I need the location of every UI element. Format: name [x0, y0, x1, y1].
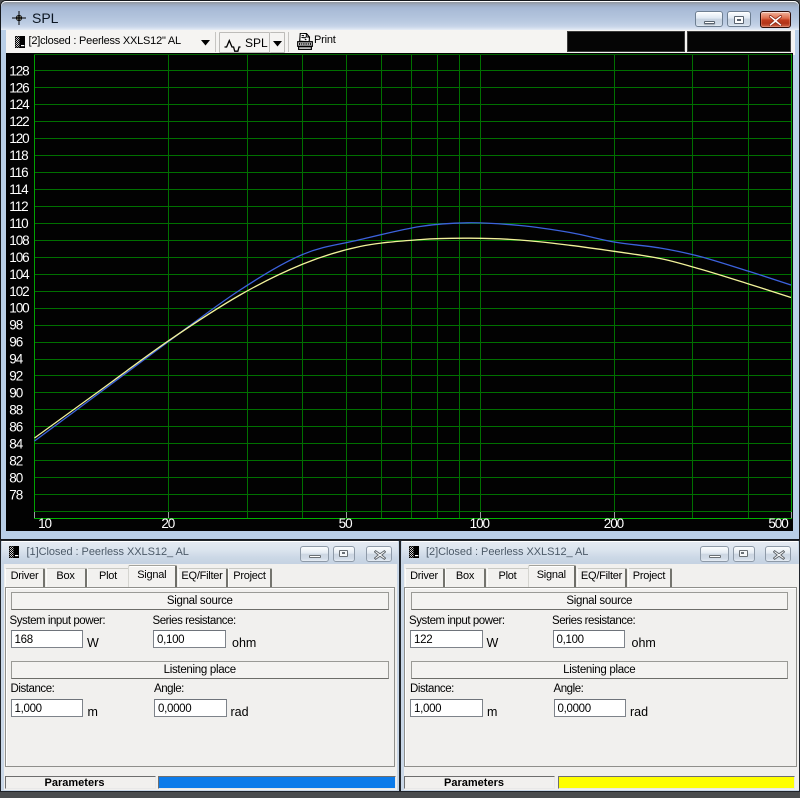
svg-text:102: 102: [9, 284, 29, 299]
svg-text:124: 124: [9, 97, 30, 112]
svg-text:84: 84: [9, 436, 23, 451]
svg-text:50: 50: [339, 516, 352, 531]
svg-text:90: 90: [9, 386, 22, 401]
svg-text:100: 100: [470, 516, 490, 531]
svg-text:500: 500: [768, 516, 788, 531]
svg-text:122: 122: [9, 114, 29, 129]
svg-text:82: 82: [9, 453, 22, 468]
svg-text:20: 20: [161, 516, 174, 531]
svg-text:94: 94: [9, 352, 23, 367]
svg-text:98: 98: [9, 318, 22, 333]
svg-text:200: 200: [604, 516, 624, 531]
svg-text:10: 10: [38, 516, 51, 531]
svg-text:116: 116: [9, 165, 28, 180]
svg-text:112: 112: [9, 199, 28, 214]
svg-text:126: 126: [9, 80, 29, 95]
svg-text:78: 78: [9, 487, 22, 502]
svg-text:106: 106: [9, 250, 29, 265]
svg-text:120: 120: [9, 131, 29, 146]
svg-text:114: 114: [9, 182, 29, 197]
svg-text:128: 128: [9, 63, 29, 78]
svg-text:118: 118: [9, 148, 28, 163]
svg-text:110: 110: [9, 216, 28, 231]
svg-text:104: 104: [9, 267, 30, 282]
svg-text:96: 96: [9, 335, 22, 350]
svg-text:80: 80: [9, 470, 22, 485]
svg-text:100: 100: [9, 301, 29, 316]
svg-text:92: 92: [9, 369, 22, 384]
svg-text:88: 88: [9, 403, 22, 418]
svg-text:108: 108: [9, 233, 29, 248]
svg-text:86: 86: [9, 420, 22, 435]
